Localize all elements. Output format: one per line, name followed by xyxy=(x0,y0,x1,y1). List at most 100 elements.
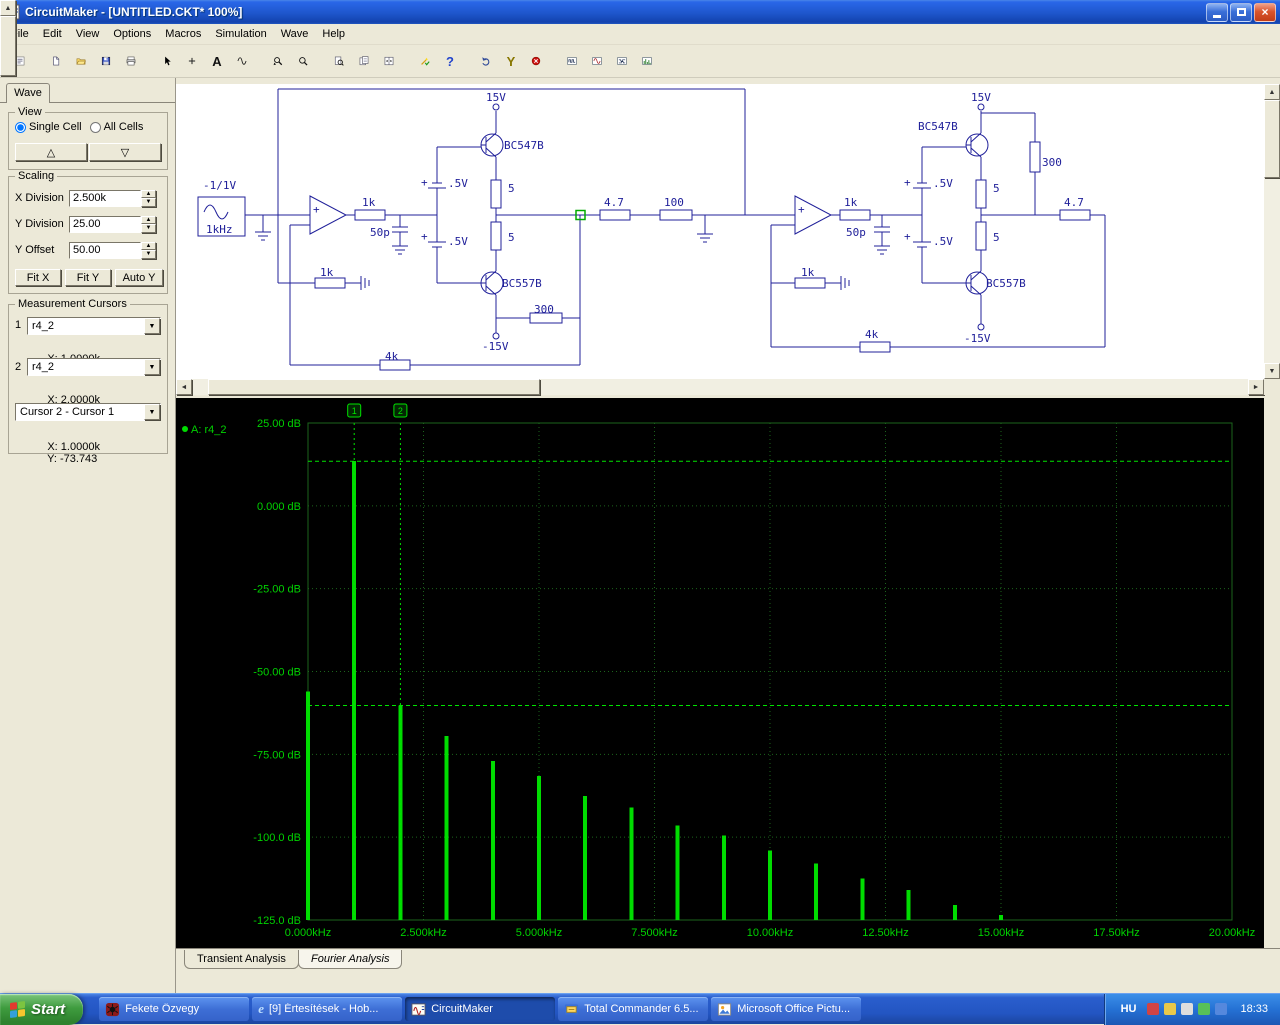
cursor2-signal-combo[interactable]: r4_2 ▼ xyxy=(27,358,161,376)
task-button-9-rtes-t-sek-hob[interactable]: e [9] Értesítések - Hob... xyxy=(252,997,403,1021)
cursor-diff-combo-arrow[interactable]: ▼ xyxy=(144,404,160,420)
probe-tool-button[interactable]: Y xyxy=(499,49,523,73)
start-button[interactable]: Start xyxy=(0,993,84,1025)
menu-item-macros[interactable]: Macros xyxy=(158,25,208,43)
resistor-1k-input-2[interactable] xyxy=(839,209,871,221)
auto-y-button[interactable]: Auto Y xyxy=(115,269,163,286)
terminal-neg15v-2[interactable] xyxy=(977,323,985,331)
tab-wave[interactable]: Wave xyxy=(6,83,50,103)
schematic-vscroll-thumb[interactable] xyxy=(1264,100,1280,178)
cursor1-signal-combo[interactable]: r4_2 ▼ xyxy=(27,317,161,335)
fourier-plot[interactable]: 25.00 dB 0.000 dB -25.00 dB -50.00 dB -75.00… xyxy=(176,398,1264,948)
task-button-circuitmaker[interactable]: CircuitMaker xyxy=(405,997,556,1021)
y-division-up-button[interactable]: ▲ xyxy=(141,215,156,224)
menu-item-edit[interactable]: Edit xyxy=(36,25,69,43)
device-data-button[interactable] xyxy=(352,49,376,73)
fit-y-button[interactable]: Fit Y xyxy=(65,269,111,286)
arrow-tool-button[interactable] xyxy=(155,49,179,73)
zoom-select-button[interactable] xyxy=(266,49,290,73)
scroll-right-icon[interactable]: ► xyxy=(1248,379,1264,395)
minimize-button[interactable] xyxy=(1206,2,1228,22)
task-button-microsoft-office-pictu[interactable]: Microsoft Office Pictu... xyxy=(711,997,862,1021)
close-button[interactable]: × xyxy=(1254,2,1276,22)
x-division-up-button[interactable]: ▲ xyxy=(141,189,156,198)
fit-x-button[interactable]: Fit X xyxy=(15,269,61,286)
tray-volume-icon[interactable] xyxy=(1181,1003,1194,1015)
tray-update-icon[interactable] xyxy=(1164,1003,1177,1015)
language-indicator[interactable]: HU xyxy=(1117,1001,1141,1017)
resistor-5-top-2[interactable] xyxy=(975,179,987,209)
stop-simulation-button[interactable] xyxy=(524,49,548,73)
scroll-up-icon[interactable]: ▲ xyxy=(1264,84,1280,100)
terminal-neg15v-1[interactable] xyxy=(492,332,500,340)
menu-item-view[interactable]: View xyxy=(69,25,107,43)
y-offset-input[interactable] xyxy=(69,241,141,259)
resistor-5-bottom-1[interactable] xyxy=(490,221,502,251)
schematic-hscroll-thumb[interactable] xyxy=(208,379,540,395)
menu-item-help[interactable]: Help xyxy=(315,25,352,43)
terminal-15v-2[interactable] xyxy=(977,103,985,111)
resistor-5-bottom-2[interactable] xyxy=(975,221,987,251)
resistor-4p7-1[interactable] xyxy=(599,209,631,221)
plot-scroll-up-icon[interactable]: ▲ xyxy=(0,0,16,16)
new-file-button[interactable] xyxy=(44,49,68,73)
cell-up-button[interactable]: △ xyxy=(15,143,87,161)
cell-down-button[interactable]: ▽ xyxy=(89,143,161,161)
resistor-5-top-1[interactable] xyxy=(490,179,502,209)
x-division-down-button[interactable]: ▼ xyxy=(141,198,156,207)
resistor-4p7-2[interactable] xyxy=(1059,209,1091,221)
undo-button[interactable] xyxy=(474,49,498,73)
print-button[interactable] xyxy=(119,49,143,73)
zoom-tool-button[interactable] xyxy=(291,49,315,73)
resistor-1k-feedback-1[interactable] xyxy=(314,277,346,289)
tab-transient-analysis[interactable]: Transient Analysis xyxy=(184,950,299,969)
resistor-1k-input-1[interactable] xyxy=(354,209,386,221)
resistor-1k-feedback-2[interactable] xyxy=(794,277,826,289)
menu-item-simulation[interactable]: Simulation xyxy=(208,25,273,43)
y-division-down-button[interactable]: ▼ xyxy=(141,224,156,233)
cursor2-combo-arrow[interactable]: ▼ xyxy=(144,359,160,375)
plot-vscroll-thumb[interactable] xyxy=(0,16,16,76)
split-window-button[interactable] xyxy=(377,49,401,73)
schematic-vscrollbar[interactable]: ▲ ▼ xyxy=(1264,84,1280,379)
digital-scope-button[interactable] xyxy=(560,49,584,73)
help-button[interactable]: ? xyxy=(438,49,462,73)
y-division-input[interactable] xyxy=(69,215,141,233)
run-simulation-button[interactable] xyxy=(413,49,437,73)
text-tool-button[interactable]: A xyxy=(205,49,229,73)
radio-single-cell-label[interactable]: Single Cell xyxy=(15,121,82,133)
resistor-300-2[interactable] xyxy=(1029,141,1041,173)
schematic-hscrollbar[interactable]: ◄ ► xyxy=(176,379,1264,395)
analog-scope-button[interactable] xyxy=(585,49,609,73)
task-button-total-commander-6-5[interactable]: Total Commander 6.5... xyxy=(558,997,709,1021)
terminal-15v-1[interactable] xyxy=(492,103,500,111)
tray-antivirus-icon[interactable] xyxy=(1147,1003,1160,1015)
resistor-100[interactable] xyxy=(659,209,693,221)
schematic-canvas[interactable]: -1/1V 1kHz 1k 50p + .5V + .5V + BC547B 15V 5 5 BC557B… xyxy=(176,84,1264,379)
scroll-down-icon[interactable]: ▼ xyxy=(1264,363,1280,379)
menu-item-wave[interactable]: Wave xyxy=(274,25,316,43)
radio-single-cell[interactable] xyxy=(15,121,26,133)
maximize-button[interactable] xyxy=(1230,2,1252,22)
tray-agent-icon[interactable] xyxy=(1198,1003,1211,1015)
radio-all-cells[interactable] xyxy=(89,121,101,133)
cursor1-combo-arrow[interactable]: ▼ xyxy=(144,318,160,334)
tab-fourier-analysis[interactable]: Fourier Analysis xyxy=(298,950,403,969)
y-offset-down-button[interactable]: ▼ xyxy=(141,250,156,259)
signal-tool-button[interactable] xyxy=(230,49,254,73)
radio-all-cells-label[interactable]: All Cells xyxy=(89,121,143,133)
logic-analyzer-button[interactable] xyxy=(635,49,659,73)
tray-network-icon[interactable] xyxy=(1215,1003,1228,1015)
mixed-scope-button[interactable] xyxy=(610,49,634,73)
y-offset-up-button[interactable]: ▲ xyxy=(141,241,156,250)
wire-tool-button[interactable] xyxy=(180,49,204,73)
resistor-4k-2[interactable] xyxy=(859,341,891,353)
scroll-left-icon[interactable]: ◄ xyxy=(176,379,192,395)
x-division-input[interactable] xyxy=(69,189,141,207)
open-file-button[interactable] xyxy=(69,49,93,73)
cursor-diff-combo[interactable]: Cursor 2 - Cursor 1 ▼ xyxy=(15,403,161,421)
menu-item-options[interactable]: Options xyxy=(106,25,158,43)
page-preview-button[interactable] xyxy=(327,49,351,73)
save-file-button[interactable] xyxy=(94,49,118,73)
task-button-fekete-zvegy[interactable]: Fekete Özvegy xyxy=(99,997,250,1021)
